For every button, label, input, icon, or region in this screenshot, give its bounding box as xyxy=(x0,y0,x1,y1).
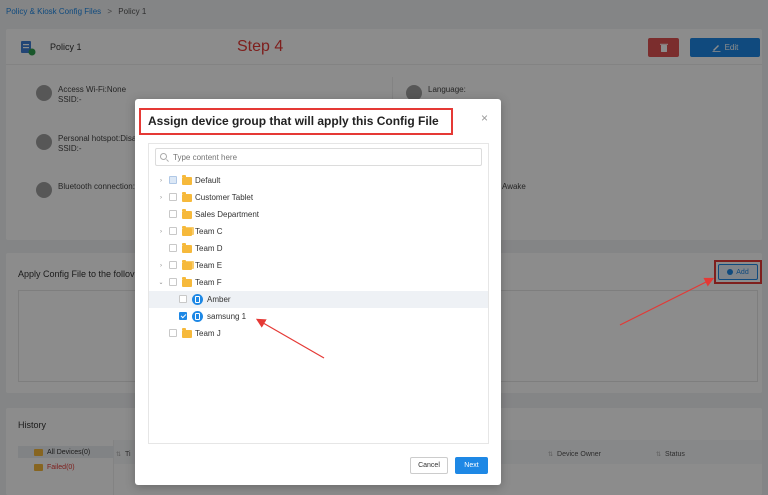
tree-checkbox[interactable] xyxy=(179,312,187,320)
chevron-down-icon[interactable]: ⌄ xyxy=(157,279,165,286)
group-tree-panel: › Default › Customer Tablet Sales Department… xyxy=(148,143,489,444)
tree-group-item[interactable]: › Customer Tablet xyxy=(149,189,488,206)
cancel-button[interactable]: Cancel xyxy=(410,457,448,474)
tree-checkbox[interactable] xyxy=(169,227,177,235)
tree-item-label: Team D xyxy=(195,244,223,253)
tree-group-item[interactable]: › Team E xyxy=(149,257,488,274)
tree-item-label: Team F xyxy=(195,278,222,287)
tree-checkbox[interactable] xyxy=(169,244,177,252)
assign-group-dialog: Assign device group that will apply this… xyxy=(135,99,501,485)
tree-group-item[interactable]: › Team C xyxy=(149,223,488,240)
folder-icon xyxy=(182,192,192,202)
tree-item-label: Default xyxy=(195,176,221,185)
tree-group-item[interactable]: Team J xyxy=(149,325,488,342)
chevron-right-icon[interactable]: › xyxy=(157,263,165,269)
tree-group-item[interactable]: Team D xyxy=(149,240,488,257)
tree-group-item[interactable]: › Default xyxy=(149,172,488,189)
chevron-right-icon[interactable]: › xyxy=(157,229,165,235)
tree-item-label: Amber xyxy=(207,295,231,304)
tree-checkbox[interactable] xyxy=(179,295,187,303)
tree-checkbox[interactable] xyxy=(169,261,177,269)
tree-checkbox[interactable] xyxy=(169,176,177,184)
folder-icon xyxy=(182,226,192,236)
search-input[interactable] xyxy=(155,148,482,166)
tree-item-label: Team C xyxy=(195,227,223,236)
tree-checkbox[interactable] xyxy=(169,210,177,218)
tree-checkbox[interactable] xyxy=(169,278,177,286)
tree-item-label: Customer Tablet xyxy=(195,193,254,202)
folder-icon xyxy=(182,260,192,270)
folder-icon xyxy=(182,175,192,185)
tree-checkbox[interactable] xyxy=(169,193,177,201)
tree-group-item[interactable]: ⌄ Team F xyxy=(149,274,488,291)
folder-icon xyxy=(182,328,192,338)
device-icon xyxy=(192,311,203,322)
tree-item-label: Team E xyxy=(195,261,223,270)
folder-icon xyxy=(182,243,192,253)
tree-item-label: Sales Department xyxy=(195,210,260,219)
folder-icon xyxy=(182,209,192,219)
folder-icon xyxy=(182,277,192,287)
tree-item-label: samsung 1 xyxy=(207,312,247,321)
device-icon xyxy=(192,294,203,305)
tree-device-item[interactable]: Amber xyxy=(149,291,488,308)
close-icon[interactable]: × xyxy=(481,111,488,125)
tree-item-label: Team J xyxy=(195,329,221,338)
chevron-right-icon[interactable]: › xyxy=(157,195,165,201)
tree-checkbox[interactable] xyxy=(169,329,177,337)
search-icon xyxy=(160,153,167,160)
tree-device-item[interactable]: samsung 1 xyxy=(149,308,488,325)
tree-group-item[interactable]: Sales Department xyxy=(149,206,488,223)
next-button[interactable]: Next xyxy=(455,457,488,474)
chevron-right-icon[interactable]: › xyxy=(157,178,165,184)
dialog-title: Assign device group that will apply this… xyxy=(148,114,439,128)
